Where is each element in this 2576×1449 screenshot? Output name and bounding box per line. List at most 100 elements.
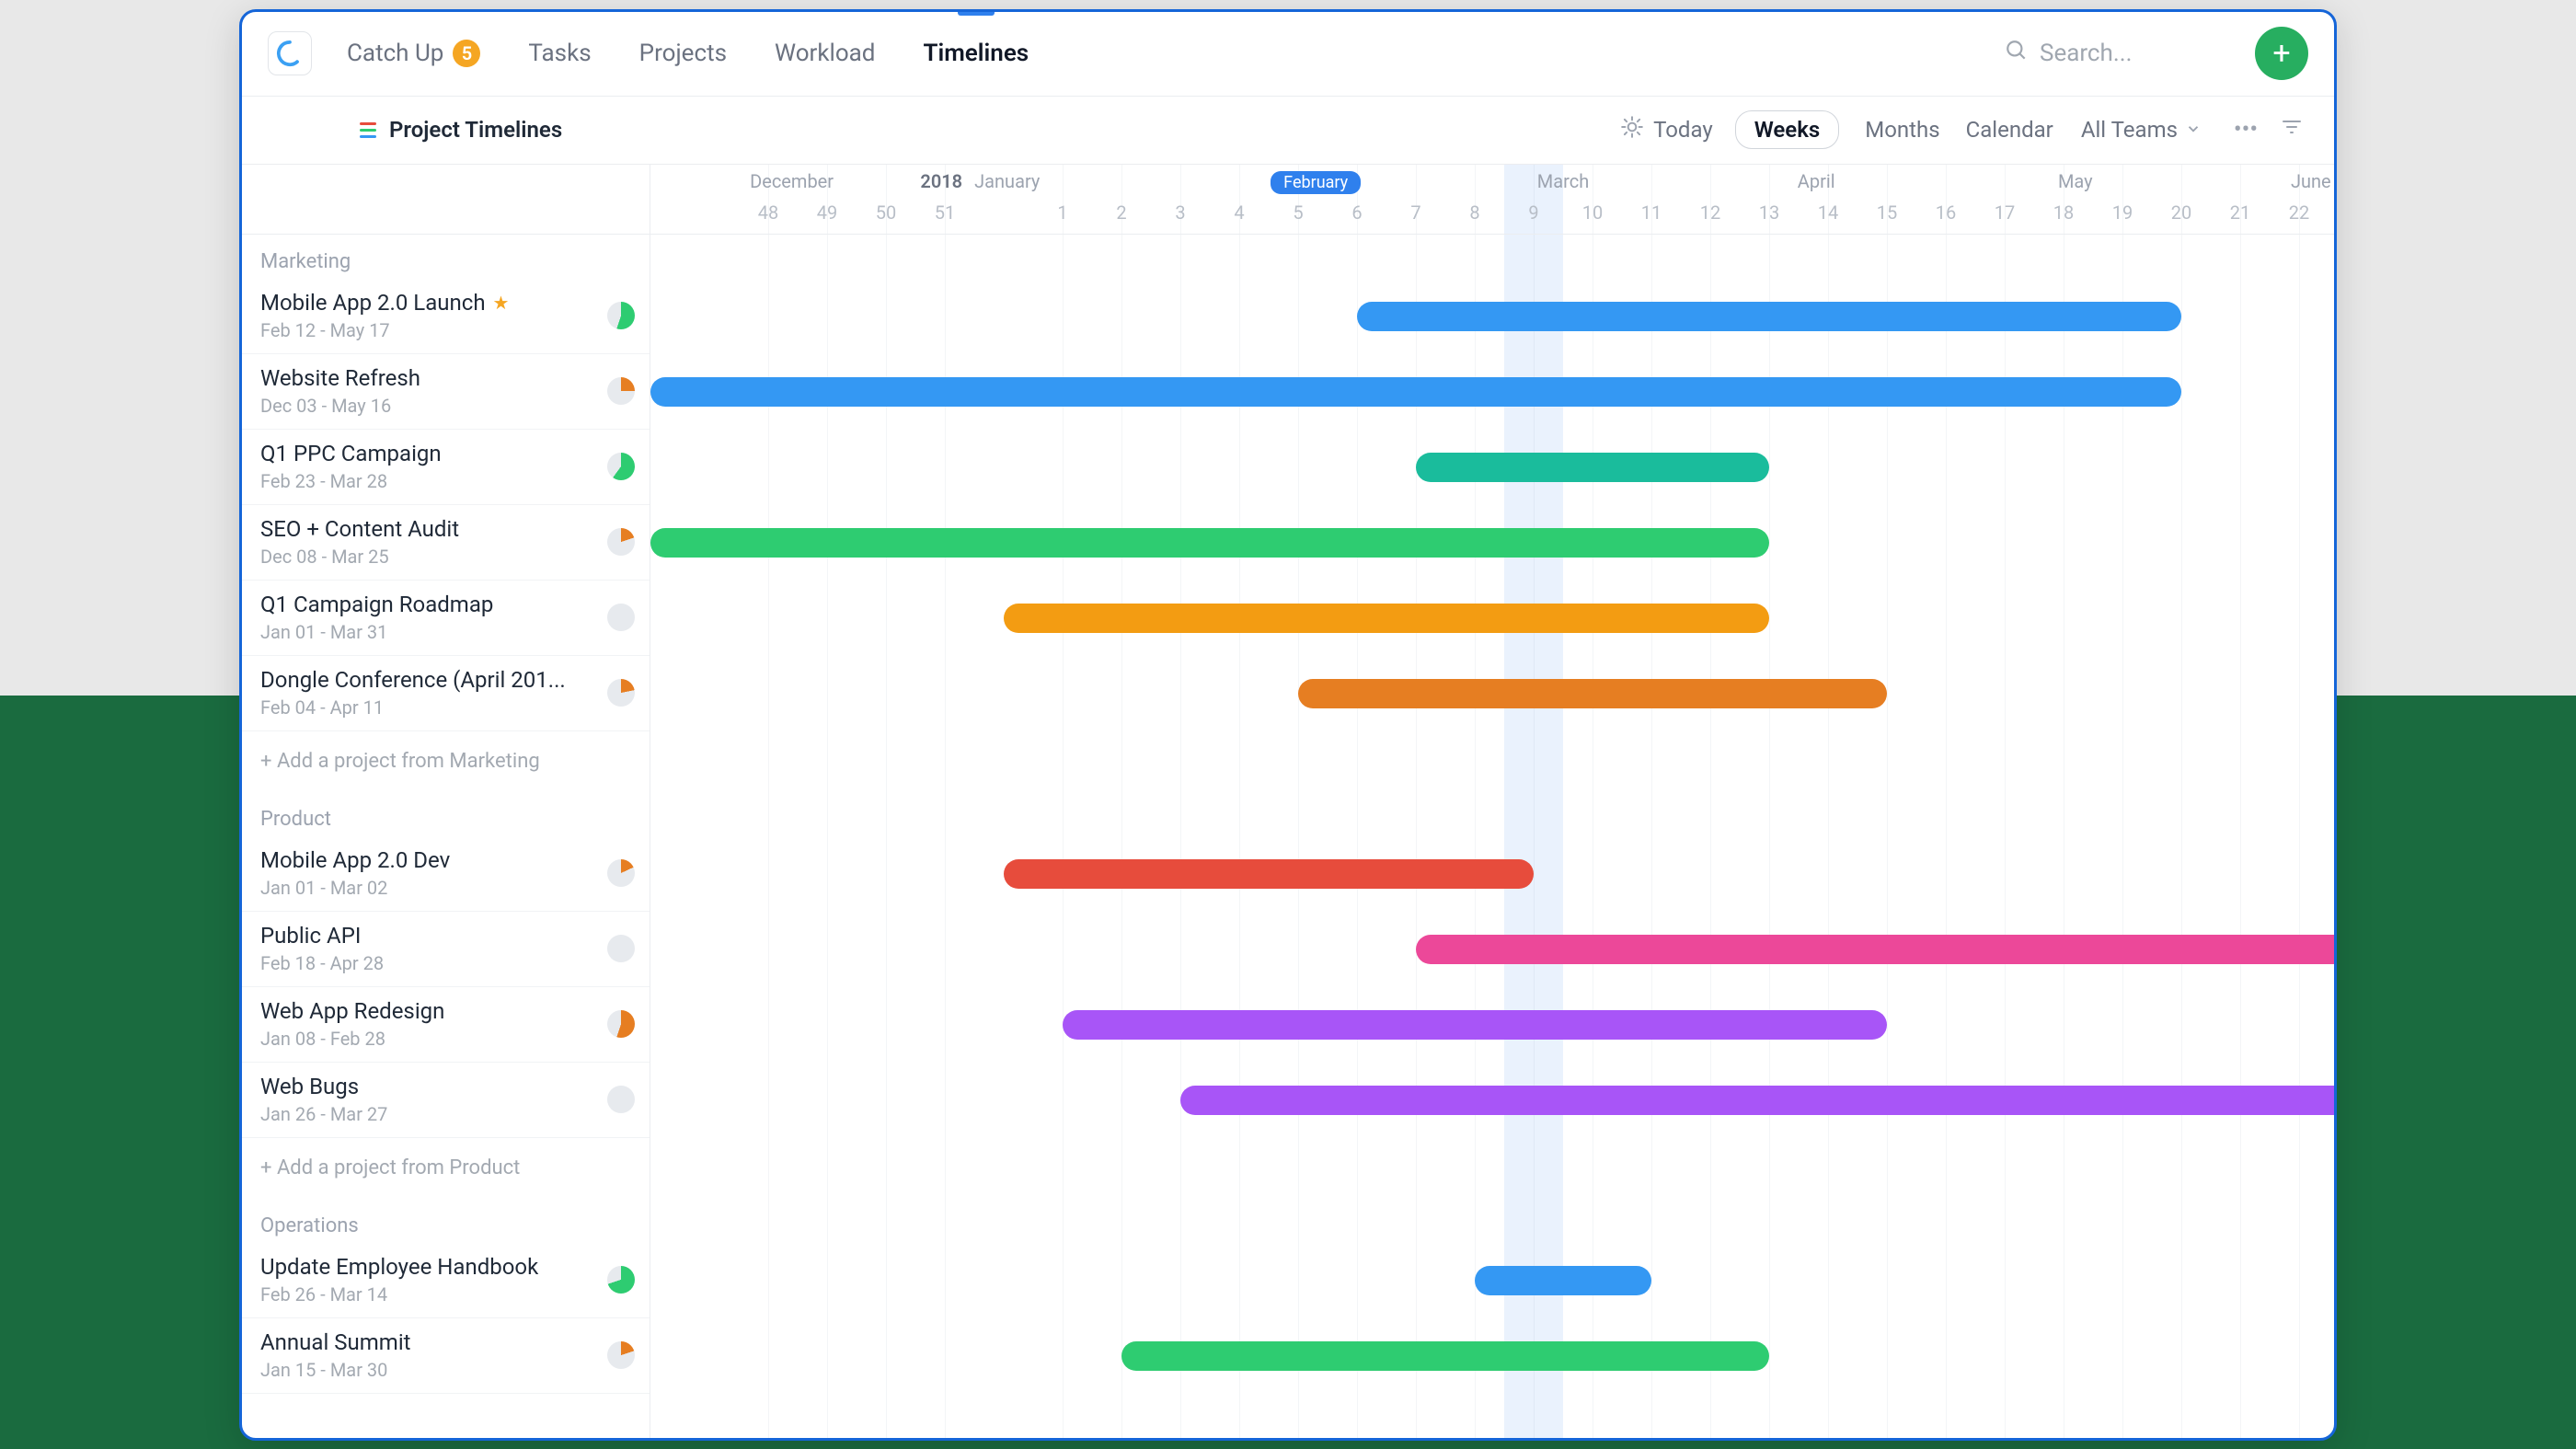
gantt-bar[interactable] bbox=[1298, 679, 1887, 708]
project-row[interactable]: SEO + Content AuditDec 08 - Mar 25 bbox=[242, 505, 650, 581]
project-title: Mobile App 2.0 Dev bbox=[260, 847, 450, 873]
add-button[interactable]: + bbox=[2255, 27, 2308, 80]
week-label: 19 bbox=[2112, 201, 2133, 224]
search-placeholder: Search... bbox=[2040, 40, 2132, 67]
project-dates: Jan 01 - Mar 02 bbox=[260, 877, 607, 899]
week-label: 9 bbox=[1528, 201, 1538, 224]
project-row[interactable]: Update Employee HandbookFeb 26 - Mar 14 bbox=[242, 1243, 650, 1318]
today-button[interactable]: Today bbox=[1611, 115, 1722, 144]
teams-dropdown[interactable]: All Teams bbox=[2081, 117, 2202, 143]
nav-item-label: Workload bbox=[775, 11, 875, 96]
project-title: Web App Redesign bbox=[260, 998, 444, 1024]
timeline-header: December2018 JanuaryFebruaryMarchAprilMa… bbox=[650, 165, 2334, 235]
project-dates: Feb 26 - Mar 14 bbox=[260, 1283, 607, 1305]
week-label: 51 bbox=[935, 201, 955, 224]
nav-workload[interactable]: Workload bbox=[775, 11, 875, 96]
gantt-bar[interactable] bbox=[1063, 1010, 1887, 1040]
project-row[interactable]: Q1 PPC Campaign Feb 23 - Mar 28 bbox=[242, 430, 650, 505]
view-weeks[interactable]: Weeks bbox=[1735, 110, 1840, 149]
project-dates: Jan 01 - Mar 31 bbox=[260, 621, 607, 643]
gantt-bar[interactable] bbox=[1357, 302, 2181, 331]
project-dates: Dec 03 - May 16 bbox=[260, 395, 607, 417]
progress-pie bbox=[607, 1266, 635, 1294]
progress-pie bbox=[607, 859, 635, 887]
gantt-bar[interactable] bbox=[1416, 453, 1769, 482]
project-row[interactable]: Web App Redesign Jan 08 - Feb 28 bbox=[242, 987, 650, 1063]
week-label: 49 bbox=[817, 201, 837, 224]
top-nav: Catch Up5TasksProjectsWorkloadTimelines … bbox=[242, 12, 2334, 97]
progress-pie bbox=[607, 1010, 635, 1038]
week-label: 6 bbox=[1351, 201, 1362, 224]
project-row[interactable]: Public APIFeb 18 - Apr 28 bbox=[242, 912, 650, 987]
project-row[interactable]: Mobile App 2.0 Launch★Feb 12 - May 17 bbox=[242, 279, 650, 354]
project-dates: Feb 23 - Mar 28 bbox=[260, 470, 607, 492]
gantt-bar[interactable] bbox=[1121, 1341, 1769, 1371]
project-title: Annual Summit bbox=[260, 1329, 411, 1355]
search-icon bbox=[2005, 39, 2029, 69]
project-row[interactable]: Website Refresh Dec 03 - May 16 bbox=[242, 354, 650, 430]
page-title: Project Timelines bbox=[389, 117, 562, 143]
view-segmented-control: Weeks Months Calendar bbox=[1735, 110, 2053, 149]
gantt-bar[interactable] bbox=[1004, 859, 1534, 889]
gantt-bar[interactable] bbox=[650, 528, 1769, 558]
week-label: 11 bbox=[1641, 201, 1662, 224]
project-row[interactable]: Annual Summit Jan 15 - Mar 30 bbox=[242, 1318, 650, 1394]
gantt-bar[interactable] bbox=[650, 377, 2181, 407]
add-project-button[interactable]: + Add a project from Product bbox=[242, 1138, 650, 1199]
group-header: Marketing bbox=[242, 235, 650, 279]
project-title: Website Refresh bbox=[260, 365, 420, 391]
nav-catch-up[interactable]: Catch Up5 bbox=[347, 11, 480, 96]
week-label: 50 bbox=[876, 201, 896, 224]
plus-icon: + bbox=[2272, 35, 2290, 72]
add-project-button[interactable]: + Add a project from Marketing bbox=[242, 731, 650, 792]
project-dates: Jan 15 - Mar 30 bbox=[260, 1359, 607, 1381]
chevron-down-icon bbox=[2185, 117, 2202, 143]
nav-item-label: Projects bbox=[639, 11, 727, 96]
view-calendar[interactable]: Calendar bbox=[1966, 117, 2053, 143]
progress-pie bbox=[607, 377, 635, 405]
project-title: Dongle Conference (April 201... bbox=[260, 667, 566, 693]
project-dates: Dec 08 - Mar 25 bbox=[260, 546, 607, 568]
nav-timelines[interactable]: Timelines bbox=[923, 11, 1029, 96]
project-dates: Jan 08 - Feb 28 bbox=[260, 1028, 607, 1050]
project-title: Mobile App 2.0 Launch bbox=[260, 290, 486, 316]
week-label: 1 bbox=[1057, 201, 1067, 224]
gantt-bar[interactable] bbox=[1004, 604, 1769, 633]
project-title: Web Bugs bbox=[260, 1074, 359, 1099]
search-input[interactable]: Search... bbox=[2005, 39, 2225, 69]
month-label: March bbox=[1537, 170, 1589, 192]
project-row[interactable]: Q1 Campaign RoadmapJan 01 - Mar 31 bbox=[242, 581, 650, 656]
project-row[interactable]: Dongle Conference (April 201...Feb 04 - … bbox=[242, 656, 650, 731]
week-label: 22 bbox=[2289, 201, 2309, 224]
more-menu-button[interactable]: ••• bbox=[2229, 116, 2262, 144]
teams-dropdown-label: All Teams bbox=[2081, 117, 2178, 143]
body: MarketingMobile App 2.0 Launch★Feb 12 - … bbox=[242, 165, 2334, 1438]
filter-button[interactable] bbox=[2275, 116, 2308, 144]
nav-projects[interactable]: Projects bbox=[639, 11, 727, 96]
gantt-bar[interactable] bbox=[1416, 935, 2334, 964]
timeline-area[interactable]: December2018 JanuaryFebruaryMarchAprilMa… bbox=[650, 165, 2334, 1438]
star-icon: ★ bbox=[493, 292, 510, 314]
project-dates: Jan 26 - Mar 27 bbox=[260, 1103, 607, 1125]
nav-tasks[interactable]: Tasks bbox=[528, 11, 591, 96]
week-label: 14 bbox=[1818, 201, 1838, 224]
week-label: 13 bbox=[1759, 201, 1779, 224]
project-row[interactable]: Mobile App 2.0 Dev Jan 01 - Mar 02 bbox=[242, 836, 650, 912]
project-dates: Feb 18 - Apr 28 bbox=[260, 952, 607, 974]
app-logo[interactable] bbox=[268, 31, 312, 75]
project-list: MarketingMobile App 2.0 Launch★Feb 12 - … bbox=[242, 165, 650, 1438]
view-months[interactable]: Months bbox=[1865, 117, 1939, 143]
timeline-color-icon bbox=[360, 122, 376, 138]
gantt-bar[interactable] bbox=[1475, 1266, 1651, 1295]
progress-pie bbox=[607, 453, 635, 480]
progress-pie bbox=[607, 1086, 635, 1113]
week-label: 20 bbox=[2171, 201, 2191, 224]
project-row[interactable]: Web Bugs Jan 26 - Mar 27 bbox=[242, 1063, 650, 1138]
project-title: Q1 PPC Campaign bbox=[260, 441, 442, 466]
week-label: 21 bbox=[2230, 201, 2250, 224]
gantt-bar[interactable] bbox=[1180, 1086, 2334, 1115]
progress-pie bbox=[607, 679, 635, 707]
week-label: 7 bbox=[1410, 201, 1420, 224]
week-label: 18 bbox=[2053, 201, 2074, 224]
week-label: 4 bbox=[1234, 201, 1244, 224]
